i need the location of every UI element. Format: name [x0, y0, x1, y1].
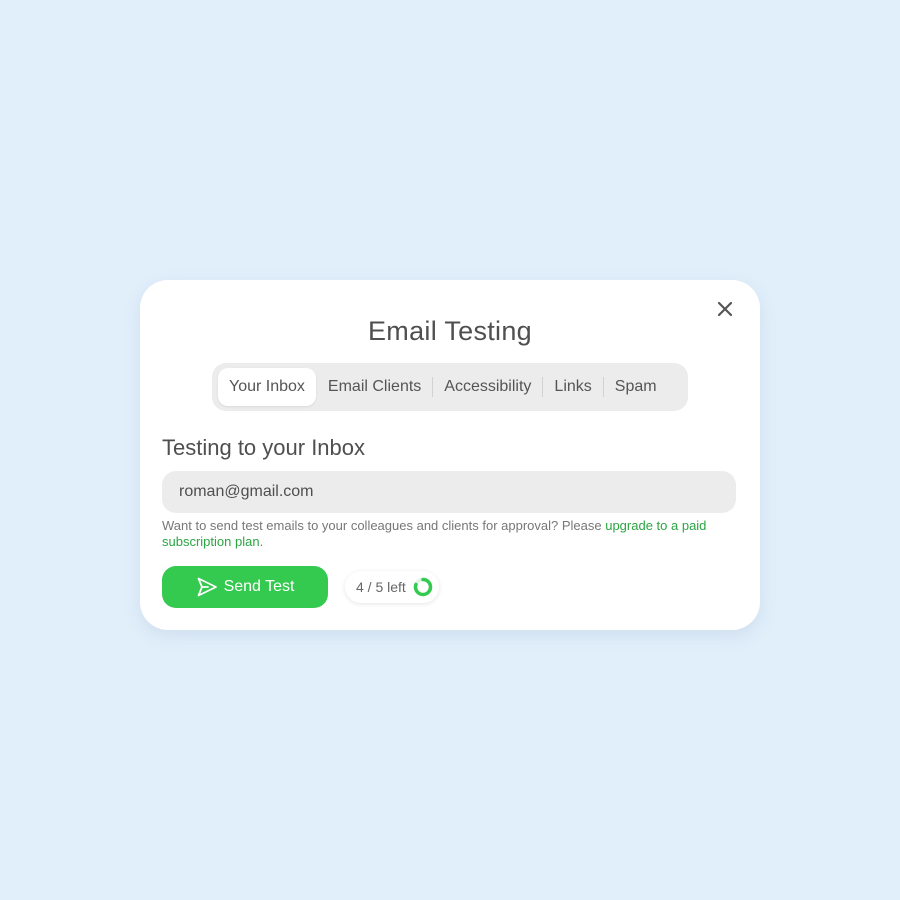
email-testing-dialog: Email Testing Your Inbox Email Clients A…: [140, 280, 760, 630]
progress-ring-icon: [412, 576, 434, 598]
email-field[interactable]: [162, 471, 736, 513]
paper-plane-icon: [196, 576, 218, 598]
tab-email-clients[interactable]: Email Clients: [317, 368, 432, 406]
tab-your-inbox[interactable]: Your Inbox: [218, 368, 316, 406]
quota-text: 4 / 5 left: [356, 579, 406, 595]
tab-accessibility[interactable]: Accessibility: [433, 368, 542, 406]
note-end: .: [259, 534, 264, 549]
section-heading: Testing to your Inbox: [162, 435, 366, 460]
dialog-title: Email Testing: [368, 316, 532, 346]
tab-spam[interactable]: Spam: [604, 368, 668, 406]
send-test-label: Send Test: [223, 578, 295, 595]
quota-badge: 4 / 5 left: [345, 571, 439, 603]
tab-links[interactable]: Links: [543, 368, 602, 406]
note-text: Want to send test emails to your colleag…: [162, 518, 606, 533]
tab-bar: Your Inbox Email Clients Accessibility L…: [212, 363, 688, 411]
upgrade-note: Want to send test emails to your colleag…: [162, 518, 742, 550]
send-test-button[interactable]: Send Test: [162, 566, 328, 608]
